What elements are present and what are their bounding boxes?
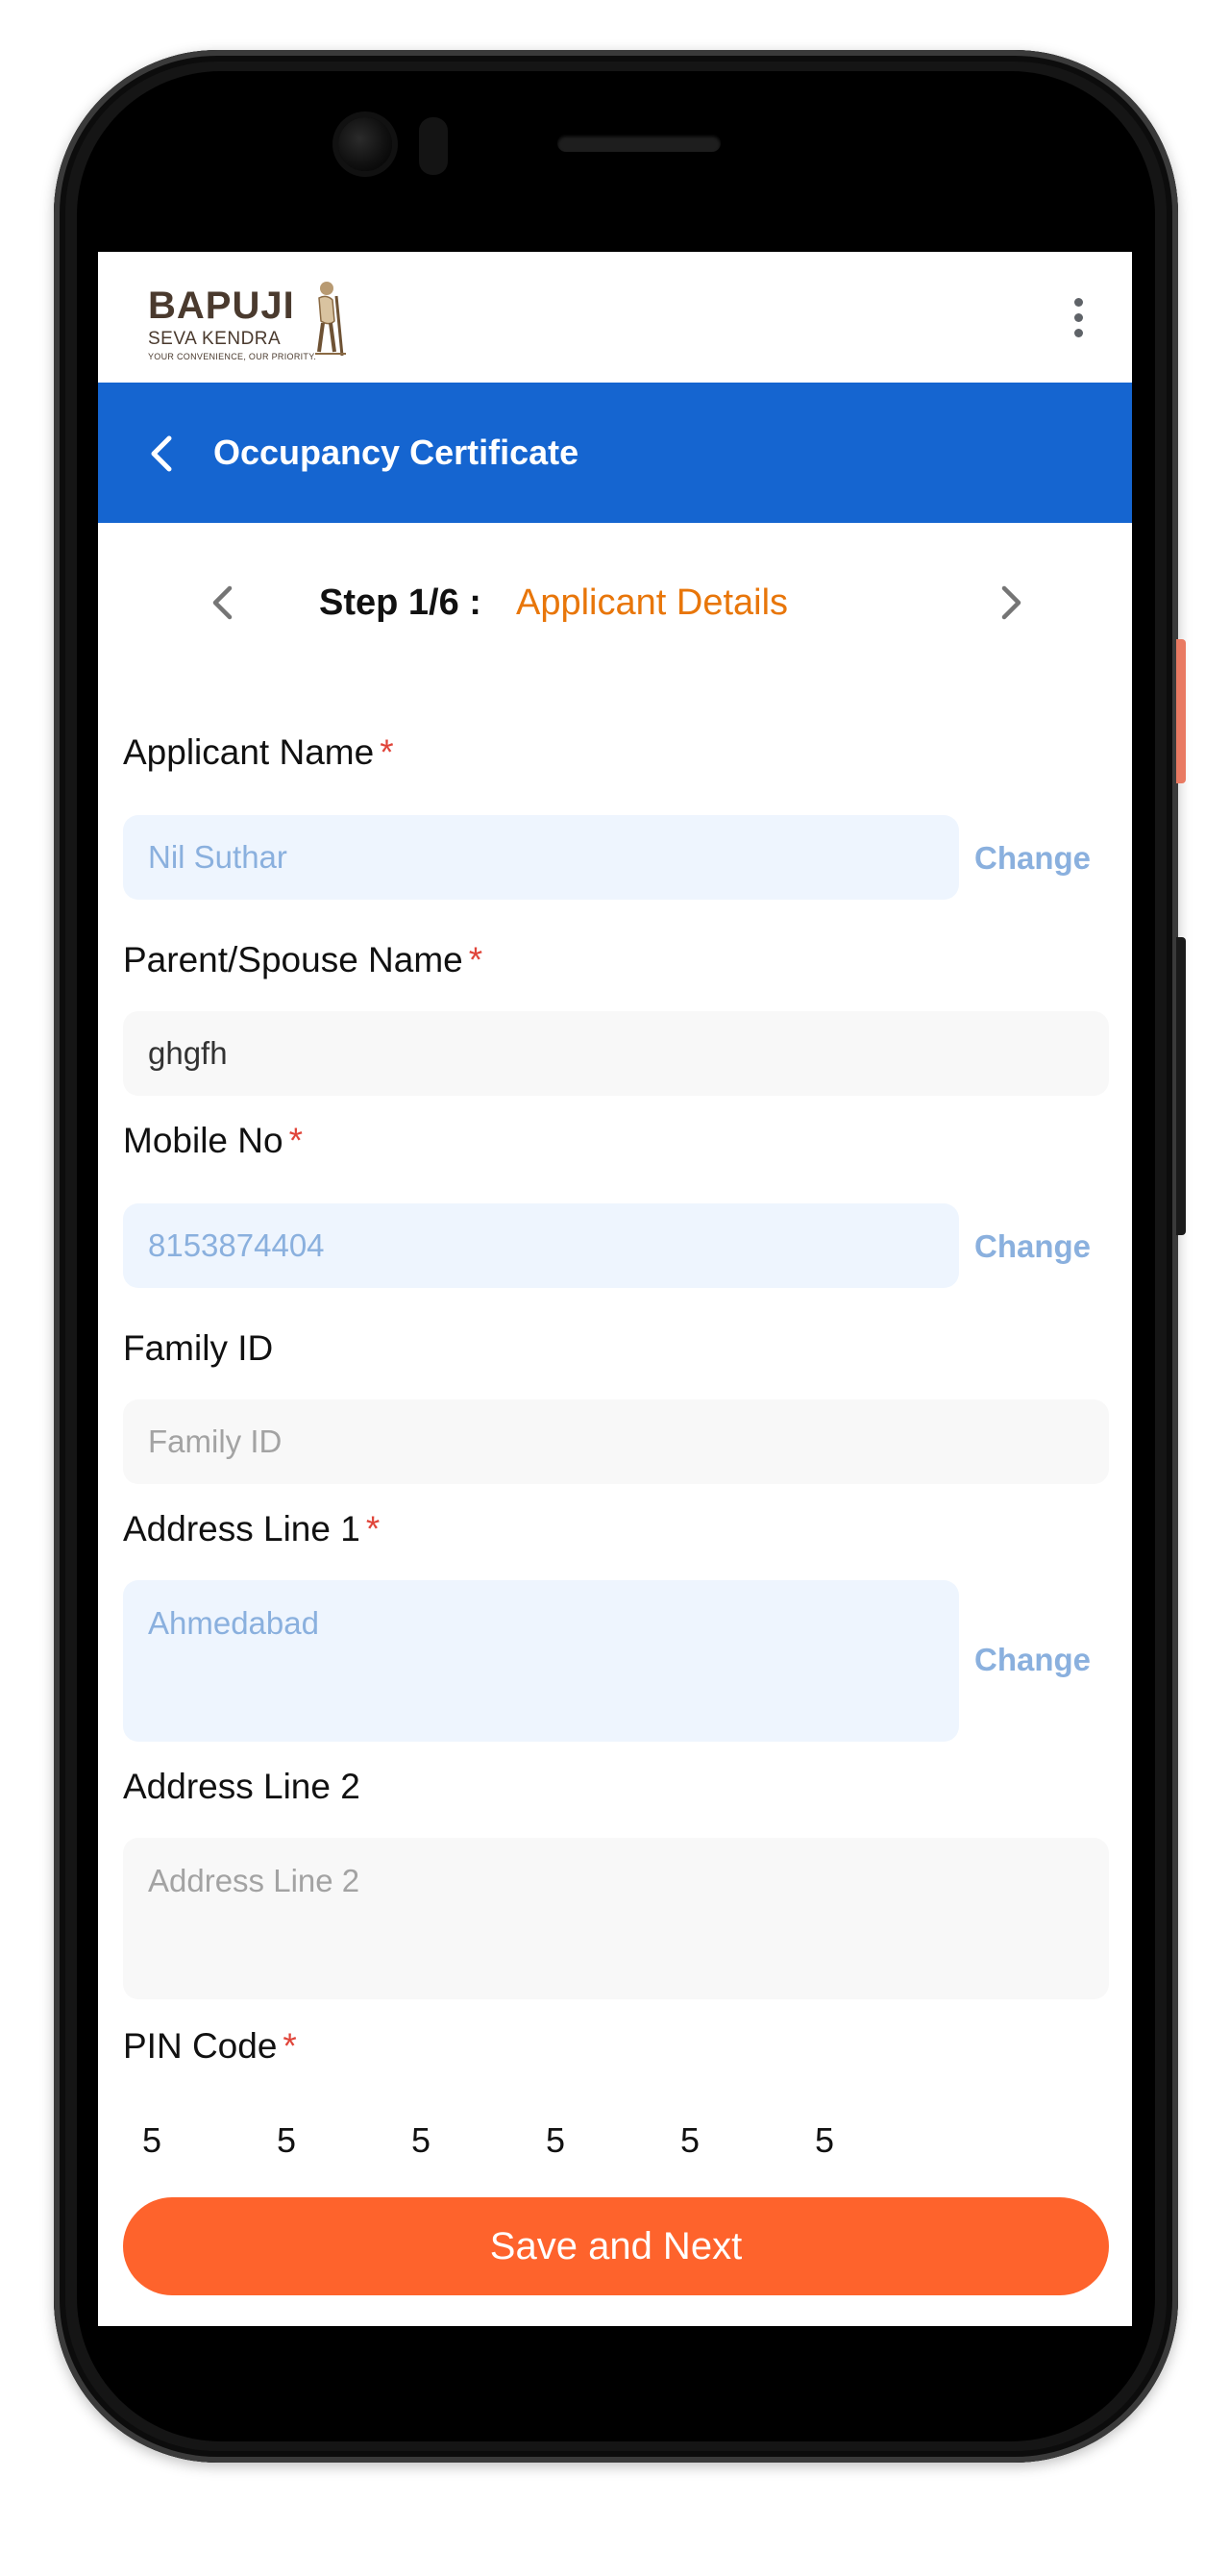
required-marker: *	[468, 940, 483, 979]
volume-button	[1176, 937, 1186, 1235]
step-prev-icon[interactable]	[204, 581, 242, 625]
step-next-icon[interactable]	[992, 581, 1030, 625]
address-line-1-field: Ahmedabad	[123, 1580, 959, 1742]
brand-logo: BAPUJI SEVA KENDRA YOUR CONVENIENCE, OUR…	[146, 279, 348, 365]
mobile-no-field: 8153874404	[123, 1203, 959, 1288]
pin-digit-box[interactable]: 5	[258, 2120, 315, 2161]
navigation-bar	[98, 2326, 1132, 2380]
stepper: Step 1/6 : Applicant Details	[98, 523, 1132, 677]
address-line-2-label-text: Address Line 2	[123, 1767, 360, 1806]
parent-spouse-name-label-text: Parent/Spouse Name	[123, 940, 463, 979]
front-camera	[338, 117, 392, 171]
page-title: Occupancy Certificate	[213, 433, 579, 472]
mobile-no-label: Mobile No *	[123, 1121, 303, 1161]
pin-code-label-text: PIN Code	[123, 2026, 278, 2066]
step-counter: Step 1/6 :	[319, 582, 481, 623]
parent-spouse-name-label: Parent/Spouse Name *	[123, 940, 482, 980]
pin-digit-box[interactable]: 5	[123, 2120, 181, 2161]
pin-code-label: PIN Code *	[123, 2026, 297, 2067]
more-options-icon[interactable]	[1069, 298, 1088, 340]
app-header: BAPUJI SEVA KENDRA YOUR CONVENIENCE, OUR…	[98, 252, 1132, 383]
back-arrow-icon[interactable]	[140, 431, 186, 477]
required-marker: *	[283, 2026, 297, 2066]
parent-spouse-name-input[interactable]: ghgfh	[123, 1011, 1109, 1096]
brand-name: BAPUJI	[148, 285, 295, 327]
pin-digit-box[interactable]: 5	[661, 2120, 719, 2161]
address-line-1-label-text: Address Line 1	[123, 1509, 360, 1548]
brand-sub: SEVA KENDRA	[148, 329, 282, 349]
applicant-name-change-link[interactable]: Change	[974, 840, 1091, 877]
pin-digit-box[interactable]: 5	[796, 2120, 853, 2161]
status-bar	[98, 192, 1132, 252]
applicant-name-field: Nil Suthar	[123, 815, 959, 900]
address-line-1-change-link[interactable]: Change	[974, 1642, 1091, 1678]
pin-digit-box[interactable]: 5	[392, 2120, 450, 2161]
pin-code-input[interactable]: 5 5 5 5 5 5	[123, 2120, 1109, 2178]
save-and-next-button[interactable]: Save and Next	[123, 2197, 1109, 2295]
mobile-no-change-link[interactable]: Change	[974, 1228, 1091, 1265]
required-marker: *	[288, 1121, 303, 1160]
pin-digit-box[interactable]: 5	[527, 2120, 584, 2161]
gandhi-figure-icon	[315, 282, 346, 357]
proximity-sensor	[419, 117, 448, 175]
applicant-name-label: Applicant Name *	[123, 732, 394, 773]
address-line-2-label: Address Line 2	[123, 1767, 360, 1807]
address-line-2-input[interactable]: Address Line 2	[123, 1838, 1109, 1999]
required-marker: *	[365, 1509, 381, 1548]
mobile-no-label-text: Mobile No	[123, 1121, 283, 1160]
power-button	[1176, 639, 1186, 783]
family-id-label-text: Family ID	[123, 1328, 274, 1368]
brand-tagline: YOUR CONVENIENCE, OUR PRIORITY.	[148, 352, 317, 361]
step-name: Applicant Details	[516, 582, 789, 623]
app-screen: BAPUJI SEVA KENDRA YOUR CONVENIENCE, OUR…	[98, 252, 1132, 2326]
title-bar: Occupancy Certificate	[98, 383, 1132, 523]
address-line-1-label: Address Line 1 *	[123, 1509, 380, 1549]
required-marker: *	[380, 732, 394, 772]
applicant-name-label-text: Applicant Name	[123, 732, 375, 772]
earpiece-speaker	[557, 135, 721, 152]
family-id-input[interactable]: Family ID	[123, 1399, 1109, 1484]
family-id-label: Family ID	[123, 1328, 273, 1369]
